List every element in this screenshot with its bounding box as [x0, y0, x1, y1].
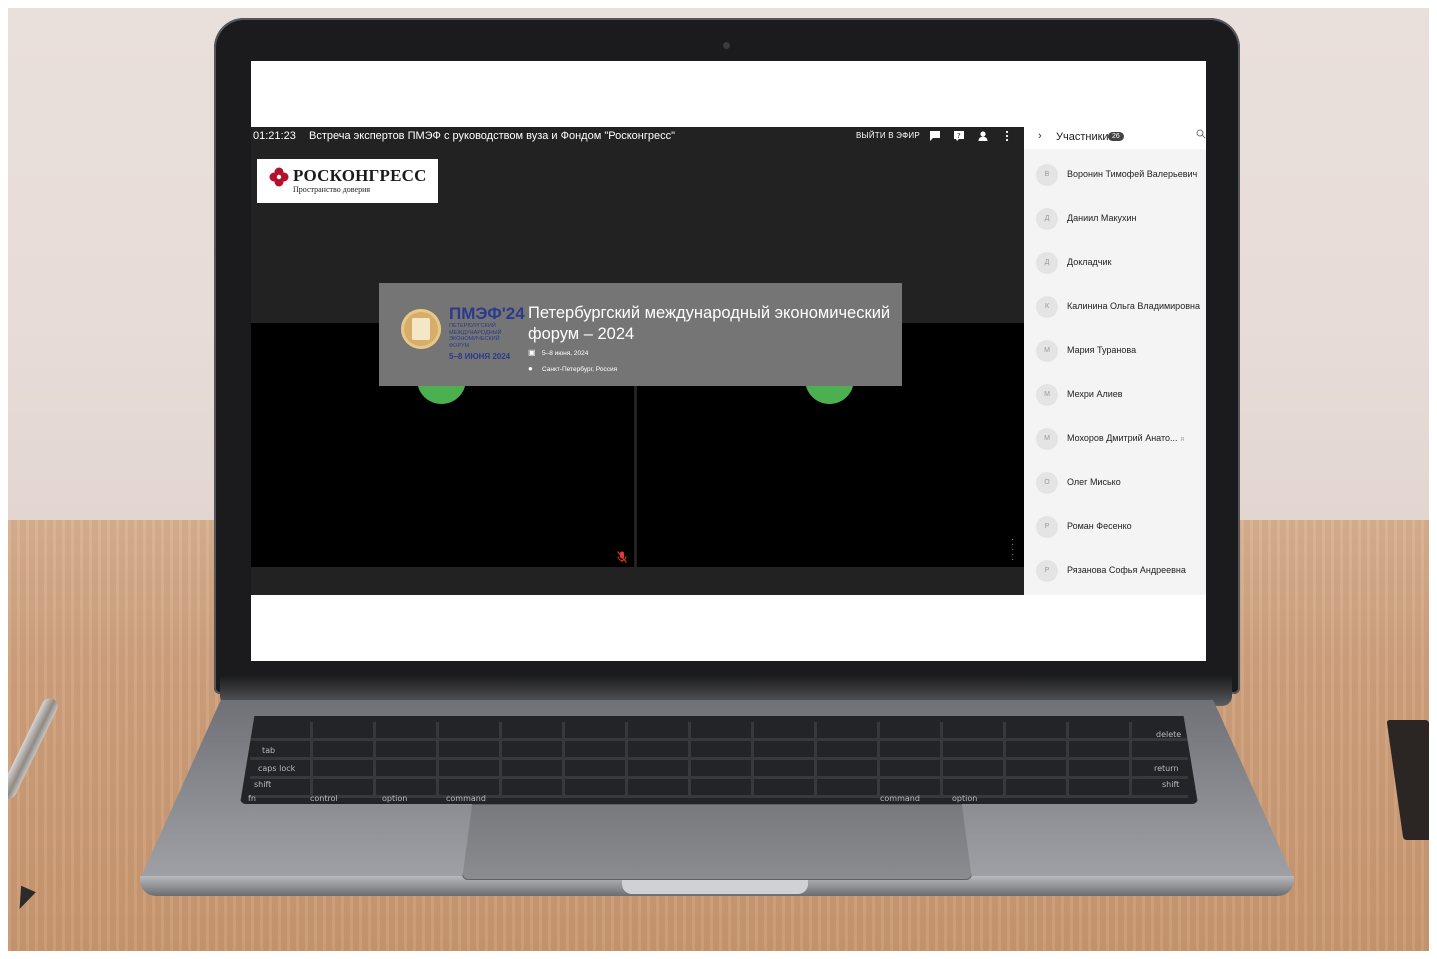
- participant-name: Олег Мисько: [1067, 477, 1121, 487]
- trackpad: [462, 804, 972, 880]
- pmef-logo-text: ПМЭФ'24: [449, 304, 525, 323]
- participant-name: Докладчик: [1067, 257, 1112, 267]
- participant-row[interactable]: Р Рязанова Софья Андреевна: [1024, 549, 1206, 593]
- key-control: control: [310, 794, 338, 803]
- bottom-strip: [251, 567, 1024, 595]
- roscongress-logo: РОСКОНГРЕСС Пространство доверия: [257, 159, 438, 203]
- key-command-left: command: [446, 794, 486, 803]
- participant-row[interactable]: Д Докладчик: [1024, 241, 1206, 285]
- person-icon[interactable]: [977, 130, 989, 142]
- logo-tagline: Пространство доверия: [293, 185, 371, 194]
- meeting-window: 01:21:23 Встреча экспертов ПМЭФ с руково…: [251, 127, 1206, 595]
- more-vertical-icon[interactable]: [1001, 130, 1013, 142]
- event-place: ● Санкт-Петербург, Россия: [528, 364, 618, 373]
- participant-row[interactable]: М Мохоров Дмитрий Анато... я: [1024, 417, 1206, 461]
- participant-avatar: О: [1036, 472, 1058, 494]
- event-date: ▣ 5–8 июня, 2024: [528, 348, 589, 357]
- participant-avatar: Р: [1036, 560, 1058, 582]
- participant-avatar: М: [1036, 428, 1058, 450]
- participant-name: Мехри Алиев: [1067, 389, 1123, 399]
- participant-name: Рязанова Софья Андреевна: [1067, 565, 1186, 575]
- location-pin-icon: ●: [528, 364, 533, 373]
- mic-off-icon: [617, 551, 627, 566]
- participant-name: Роман Фесенко: [1067, 521, 1132, 531]
- key-fn: fn: [248, 794, 256, 803]
- keyboard-keys: [250, 722, 1188, 798]
- go-live-button[interactable]: ВЫЙТИ В ЭФИР: [856, 131, 920, 140]
- event-title: Петербургский международный экономически…: [528, 304, 891, 343]
- participant-avatar: М: [1036, 384, 1058, 406]
- chevron-right-icon[interactable]: ›: [1038, 130, 1042, 142]
- question-icon[interactable]: ?: [953, 130, 965, 142]
- chat-icon[interactable]: [929, 130, 941, 142]
- key-option-right: option: [952, 794, 978, 803]
- meeting-top-bar: 01:21:23 Встреча экспертов ПМЭФ с руково…: [251, 127, 1024, 147]
- participant-row[interactable]: М Мария Туранова: [1024, 329, 1206, 373]
- laptop-screen: 01:21:23 Встреча экспертов ПМЭФ с руково…: [251, 61, 1206, 661]
- participant-name: Воронин Тимофей Валерьевич: [1067, 169, 1198, 179]
- participant-avatar: М: [1036, 340, 1058, 362]
- pmef-logo-dates: 5–8 ИЮНЯ 2024: [449, 352, 511, 361]
- key-shift-left: shift: [254, 780, 272, 789]
- roscongress-flower-icon: [269, 167, 289, 187]
- key-shift-right: shift: [1162, 780, 1180, 789]
- participant-row[interactable]: К Калинина Ольга Владимировна: [1024, 285, 1206, 329]
- participant-avatar: Д: [1036, 252, 1058, 274]
- laptop-notch: [622, 880, 808, 894]
- key-option-left: option: [382, 794, 408, 803]
- participants-panel: › Участники 26 В Воронин Тимофей Валерье…: [1024, 127, 1206, 595]
- participant-name: Мария Туранова: [1067, 345, 1137, 355]
- participant-row[interactable]: Р Роман Фесенко: [1024, 505, 1206, 549]
- participant-avatar: Р: [1036, 516, 1058, 538]
- key-return: return: [1154, 764, 1179, 773]
- logo-name: РОСКОНГРЕСС: [293, 166, 427, 185]
- key-caps-lock: caps lock: [258, 764, 296, 773]
- participant-avatar: К: [1036, 296, 1058, 318]
- participant-row[interactable]: Д Даниил Макухин: [1024, 197, 1206, 241]
- key-tab: tab: [262, 746, 276, 755]
- participant-avatar: Д: [1036, 208, 1058, 230]
- participants-header: › Участники 26: [1024, 127, 1206, 149]
- participants-title: Участники: [1056, 131, 1109, 143]
- key-command-right: command: [880, 794, 920, 803]
- event-banner: ПМЭФ'24 ПЕТЕРБУРГСКИЙ МЕЖДУНАРОДНЫЙ ЭКОН…: [379, 283, 902, 386]
- calendar-icon: ▣: [528, 348, 536, 357]
- participant-name: Калинина Ольга Владимировна: [1067, 301, 1200, 311]
- meeting-title: Встреча экспертов ПМЭФ с руководством ву…: [309, 130, 675, 142]
- keyboard: tab caps lock shift fn control option co…: [240, 716, 1198, 804]
- participant-row[interactable]: В Воронин Тимофей Валерьевич: [1024, 153, 1206, 197]
- participant-avatar: В: [1036, 164, 1058, 186]
- you-tag: я: [1180, 436, 1185, 443]
- tile-options-icon[interactable]: · · · · ·: [1011, 535, 1015, 565]
- participants-count-badge: 26: [1108, 132, 1124, 141]
- search-icon[interactable]: [1196, 129, 1206, 142]
- participant-name: Мохоров Дмитрий Анато... я: [1067, 433, 1185, 443]
- pmef-logo-lines: ПЕТЕРБУРГСКИЙ МЕЖДУНАРОДНЫЙ ЭКОНОМИЧЕСКИ…: [449, 323, 502, 349]
- svg-text:?: ?: [957, 132, 961, 140]
- participant-row[interactable]: М Мехри Алиев: [1024, 373, 1206, 417]
- pmef-emblem-icon: [401, 309, 441, 349]
- meeting-timer: 01:21:23: [253, 130, 296, 142]
- participant-row[interactable]: О Олег Мисько: [1024, 461, 1206, 505]
- key-delete: delete: [1156, 730, 1182, 739]
- webcam: [723, 42, 730, 49]
- participant-name: Даниил Макухин: [1067, 213, 1137, 223]
